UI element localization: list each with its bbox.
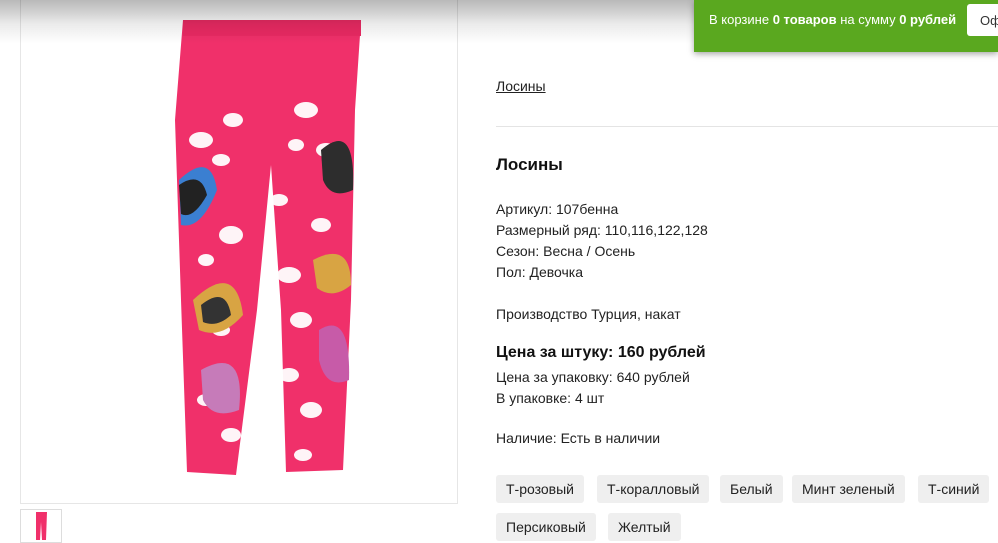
cart-middle: на сумму: [836, 12, 900, 27]
gender: Пол: Девочка: [496, 264, 584, 280]
availability: Наличие: Есть в наличии: [496, 430, 661, 446]
main-product-image[interactable]: [20, 0, 458, 504]
divider: [496, 126, 998, 127]
product-properties: Артикул: 107бенна Размерный ряд: 110,116…: [496, 199, 708, 283]
color-chip-peach[interactable]: Персиковый: [496, 513, 596, 541]
color-chip-t-blue[interactable]: Т-синий: [918, 475, 990, 503]
size-range: Размерный ряд: 110,116,122,128: [496, 222, 708, 238]
price-per-pack: Цена за упаковку: 640 рублей: [496, 369, 690, 385]
pack-info: Цена за упаковку: 640 рублей В упаковке:…: [496, 367, 690, 409]
production: Производство Турция, накат: [496, 306, 681, 322]
checkout-button[interactable]: Оф: [967, 4, 998, 36]
breadcrumb-link[interactable]: Лосины: [496, 78, 546, 94]
mini-leggings-image: [36, 512, 47, 540]
article: Артикул: 107бенна: [496, 201, 619, 217]
cart-sum: 0 рублей: [899, 12, 957, 27]
color-chip-mint-green[interactable]: Минт зеленый: [792, 475, 905, 503]
pack-quantity: В упаковке: 4 шт: [496, 390, 605, 406]
leggings-image: [175, 20, 361, 475]
price-per-unit: Цена за штуку: 160 рублей: [496, 344, 706, 361]
cart-bar: В корзине 0 товаров на сумму 0 рублей Оф: [694, 0, 998, 52]
season: Сезон: Весна / Осень: [496, 243, 636, 259]
cart-count: 0 товаров: [772, 12, 837, 27]
color-chip-t-pink[interactable]: Т-розовый: [496, 475, 584, 503]
cart-summary: В корзине 0 товаров на сумму 0 рублей: [709, 12, 956, 27]
color-chip-t-coral[interactable]: Т-коралловый: [597, 475, 710, 503]
color-chip-yellow[interactable]: Желтый: [608, 513, 681, 541]
mini-thumbnail[interactable]: [20, 509, 62, 543]
product-title: Лосины: [496, 155, 563, 174]
color-chip-white[interactable]: Белый: [720, 475, 783, 503]
cart-prefix: В корзине: [709, 12, 773, 27]
